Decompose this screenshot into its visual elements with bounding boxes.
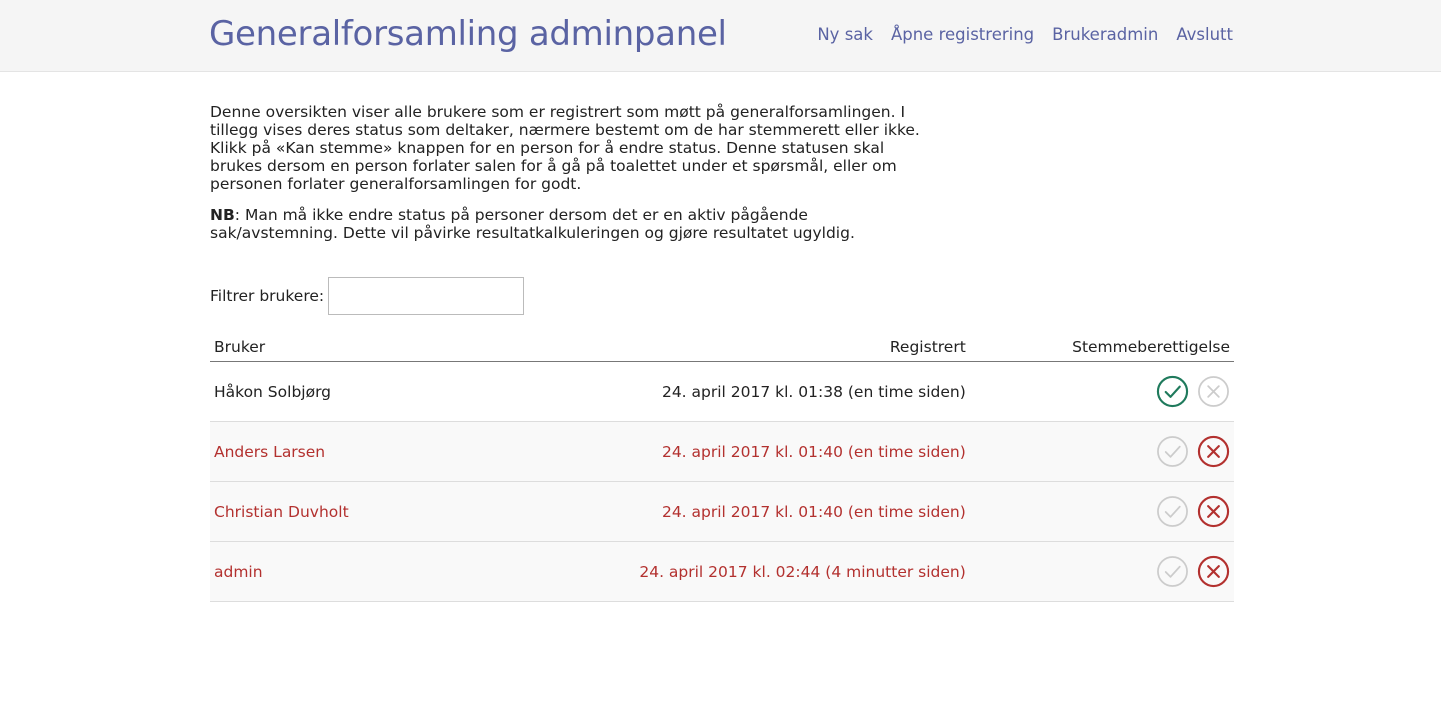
table-row: Christian Duvholt 24. april 2017 kl. 01:… [210,481,1234,542]
nav-avslutt[interactable]: Avslutt [1176,25,1233,44]
user-filter: Filtrer brukere: [210,277,525,315]
filter-label: Filtrer brukere: [210,287,325,305]
table-row: Håkon Solbjørg 24. april 2017 kl. 01:38 … [210,361,1234,422]
app-title: Generalforsamling adminpanel [209,14,727,54]
voting-status-cell [969,481,1234,542]
x-circle-icon[interactable] [1197,555,1230,588]
voting-status-cell [969,541,1234,602]
user-name: admin [210,541,438,602]
column-header-registered: Registrert [437,333,970,362]
nav-brukeradmin[interactable]: Brukeradmin [1052,25,1158,44]
filter-input[interactable] [328,277,525,315]
nb-notice: NB: Man må ikke endre status på personer… [210,206,925,242]
main-nav: Ny sak Åpne registrering Brukeradmin Avs… [817,25,1233,44]
registered-time: 24. april 2017 kl. 01:38 (en time siden) [437,361,970,422]
nb-text: : Man må ikke endre status på personer d… [210,206,855,242]
check-circle-icon[interactable] [1156,555,1189,588]
x-circle-icon[interactable] [1197,375,1230,408]
check-circle-icon[interactable] [1156,435,1189,468]
user-name: Håkon Solbjørg [210,361,438,422]
registered-time: 24. april 2017 kl. 01:40 (en time siden) [437,481,970,542]
top-navbar: Generalforsamling adminpanel Ny sak Åpne… [0,0,1441,72]
nav-ny-sak[interactable]: Ny sak [817,25,873,44]
registered-time: 24. april 2017 kl. 02:44 (4 minutter sid… [437,541,970,602]
users-table: Bruker Registrert Stemmeberettigelse Håk… [210,333,1234,602]
table-row: Anders Larsen 24. april 2017 kl. 01:40 (… [210,421,1234,482]
table-header-row: Bruker Registrert Stemmeberettigelse [210,333,1234,362]
user-name: Christian Duvholt [210,481,438,542]
intro-text: Denne oversikten viser alle brukere som … [210,103,920,193]
main-content: Denne oversikten viser alle brukere som … [210,103,1234,602]
registered-time: 24. april 2017 kl. 01:40 (en time siden) [437,421,970,482]
voting-status-cell [969,421,1234,482]
voting-status-cell [969,361,1234,422]
users-table-body: Håkon Solbjørg 24. april 2017 kl. 01:38 … [210,361,1234,602]
column-header-user: Bruker [210,333,438,362]
user-name: Anders Larsen [210,421,438,482]
x-circle-icon[interactable] [1197,435,1230,468]
x-circle-icon[interactable] [1197,495,1230,528]
nb-label: NB [210,206,235,224]
table-row: admin 24. april 2017 kl. 02:44 (4 minutt… [210,541,1234,602]
nav-apne-registrering[interactable]: Åpne registrering [891,25,1034,44]
check-circle-icon[interactable] [1156,375,1189,408]
column-header-voting-rights: Stemmeberettigelse [969,333,1234,362]
check-circle-icon[interactable] [1156,495,1189,528]
